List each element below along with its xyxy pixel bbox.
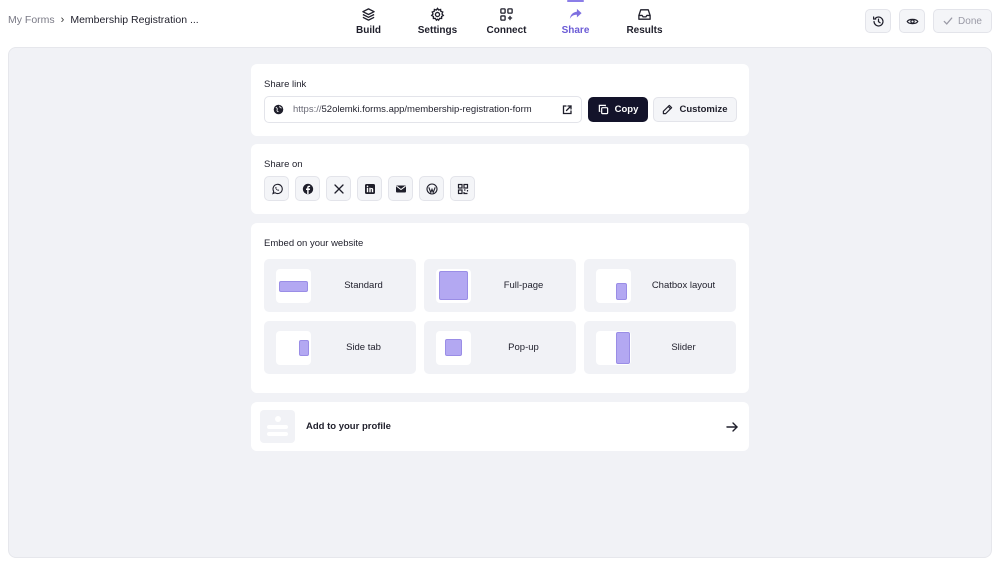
embed-option-label: Standard	[344, 280, 383, 291]
embed-option-pop-up[interactable]: Pop-up	[424, 321, 576, 374]
embed-option-side-tab[interactable]: Side tab	[264, 321, 416, 374]
breadcrumb-my-forms[interactable]: My Forms	[8, 14, 55, 26]
tab-settings-label: Settings	[417, 25, 458, 36]
share-wordpress-button[interactable]	[419, 176, 444, 201]
tab-results[interactable]: Results	[610, 0, 679, 44]
pencil-icon	[663, 104, 673, 115]
share-email-button[interactable]	[388, 176, 413, 201]
tab-connect[interactable]: Connect	[472, 0, 541, 44]
profile-icon-dot	[275, 416, 281, 422]
tab-connect-label: Connect	[486, 25, 527, 36]
top-actions: Done	[865, 9, 992, 33]
done-button[interactable]: Done	[933, 9, 992, 33]
embed-option-label: Pop-up	[508, 342, 539, 353]
share-canvas: Share link https://52olemki.forms.app/me…	[8, 47, 992, 558]
embed-option-label: Chatbox layout	[651, 280, 716, 291]
top-bar: My Forms › Membership Registration ... B…	[0, 0, 1000, 44]
embed-option-slider[interactable]: Slider	[584, 321, 736, 374]
share-x-button[interactable]	[326, 176, 351, 201]
done-label: Done	[958, 15, 982, 27]
tab-results-label: Results	[626, 25, 663, 36]
share-link-title: Share link	[264, 79, 307, 90]
full-page-thumbnail	[436, 269, 471, 303]
history-button[interactable]	[865, 9, 891, 33]
share-whatsapp-button[interactable]	[264, 176, 289, 201]
globe-icon	[273, 104, 284, 115]
profile-icon-bar	[267, 432, 288, 436]
preview-button[interactable]	[899, 9, 925, 33]
chatbox-thumbnail	[596, 269, 631, 303]
qr-code-icon	[457, 183, 468, 194]
standard-thumbnail	[276, 269, 311, 303]
tab-build[interactable]: Build	[334, 0, 403, 44]
standard-shape	[279, 281, 308, 292]
share-url-protocol: https://	[293, 104, 322, 115]
share-link-card: Share link https://52olemki.forms.app/me…	[251, 64, 749, 136]
add-to-profile-card[interactable]: Add to your profile	[251, 402, 749, 451]
tab-share[interactable]: Share	[541, 0, 610, 44]
customize-button[interactable]: Customize	[653, 97, 737, 122]
share-url-text: https://52olemki.forms.app/membership-re…	[293, 104, 561, 115]
chatbox-shape	[616, 283, 627, 300]
embed-option-label: Full-page	[503, 280, 544, 291]
facebook-icon	[302, 183, 313, 194]
embed-card: Embed on your website Standard Full-page…	[251, 223, 749, 393]
customize-label: Customize	[679, 104, 728, 115]
email-icon	[395, 185, 406, 192]
slider-thumbnail	[596, 331, 631, 365]
x-icon	[333, 183, 344, 194]
share-qr-button[interactable]	[450, 176, 475, 201]
external-link-icon[interactable]	[561, 104, 573, 116]
share-linkedin-button[interactable]	[357, 176, 382, 201]
build-layers-icon	[362, 8, 375, 21]
add-to-profile-label: Add to your profile	[306, 421, 391, 432]
main-tabs: Build Settings Connect Share Results	[334, 0, 679, 44]
share-on-card: Share on	[251, 144, 749, 214]
inbox-icon	[638, 9, 651, 20]
share-url-path: 52olemki.forms.app/membership-registrati…	[321, 104, 532, 115]
share-url-field[interactable]: https://52olemki.forms.app/membership-re…	[264, 96, 582, 123]
arrow-right-icon[interactable]	[725, 420, 739, 434]
social-share-row	[264, 176, 475, 201]
pop-up-thumbnail	[436, 331, 471, 365]
profile-card-icon	[260, 410, 295, 443]
slider-shape	[616, 332, 630, 364]
tab-build-label: Build	[356, 25, 381, 36]
connect-grid-plus-icon	[500, 8, 513, 21]
embed-options-grid: Standard Full-page Chatbox layout Side t…	[264, 259, 736, 374]
eye-icon	[906, 18, 918, 24]
share-arrow-icon	[569, 8, 582, 19]
embed-option-standard[interactable]: Standard	[264, 259, 416, 312]
side-tab-thumbnail	[276, 331, 311, 365]
embed-option-label: Side tab	[346, 342, 381, 353]
history-icon	[872, 15, 884, 27]
tab-share-label: Share	[561, 25, 590, 36]
full-page-shape	[439, 271, 468, 300]
check-icon	[943, 17, 953, 25]
whatsapp-icon	[271, 183, 283, 194]
breadcrumb: My Forms › Membership Registration ...	[8, 14, 199, 26]
copy-button[interactable]: Copy	[588, 97, 648, 122]
share-on-title: Share on	[264, 159, 303, 170]
wordpress-icon	[425, 182, 438, 195]
tab-settings[interactable]: Settings	[403, 0, 472, 44]
embed-option-full-page[interactable]: Full-page	[424, 259, 576, 312]
linkedin-icon	[364, 183, 375, 194]
embed-title: Embed on your website	[264, 238, 364, 249]
share-facebook-button[interactable]	[295, 176, 320, 201]
copy-label: Copy	[614, 104, 639, 115]
profile-icon-bar	[267, 425, 288, 429]
copy-icon	[598, 104, 608, 115]
embed-option-chatbox[interactable]: Chatbox layout	[584, 259, 736, 312]
pop-up-shape	[445, 339, 462, 356]
breadcrumb-separator: ›	[60, 14, 65, 26]
embed-option-label: Slider	[671, 342, 696, 353]
breadcrumb-current-form: Membership Registration ...	[70, 14, 199, 26]
side-tab-shape	[299, 340, 309, 356]
gear-icon	[430, 7, 445, 22]
